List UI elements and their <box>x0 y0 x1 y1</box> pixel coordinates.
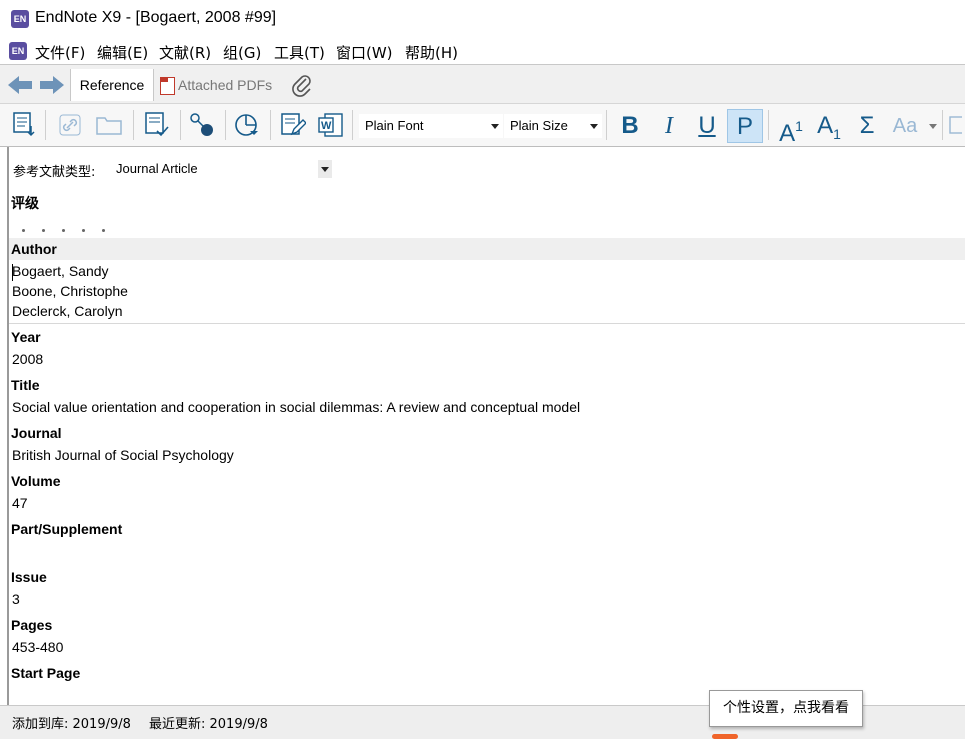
chart-pie-icon[interactable] <box>232 109 262 141</box>
superscript-button[interactable]: A1 <box>773 109 809 147</box>
size-select-value: Plain Size <box>510 118 568 133</box>
author-label: Author <box>11 241 57 257</box>
menu-file[interactable]: 文件(F) <box>35 42 85 63</box>
year-label: Year <box>11 329 41 345</box>
svg-text:W: W <box>321 120 332 132</box>
reference-type-label: 参考文献类型: <box>13 165 96 180</box>
editor-left-border <box>7 147 9 705</box>
author-field-divider <box>9 323 965 324</box>
menu-groups[interactable]: 组(G) <box>223 42 261 63</box>
paperclip-icon[interactable] <box>290 73 314 97</box>
edit-reference-icon[interactable] <box>142 109 172 141</box>
rating-dot-2[interactable] <box>42 229 45 232</box>
title-field[interactable]: Social value orientation and cooperation… <box>12 399 580 415</box>
menu-tools[interactable]: 工具(T) <box>274 42 325 63</box>
issue-label: Issue <box>11 569 47 585</box>
open-folder-icon[interactable] <box>94 109 124 141</box>
reference-type-select[interactable]: Journal Article <box>110 159 332 179</box>
pages-field[interactable]: 453-480 <box>12 639 63 655</box>
tooltip-pointer <box>712 734 738 739</box>
subscript-base: A <box>817 112 834 139</box>
issue-field[interactable]: 3 <box>12 591 20 607</box>
chevron-down-icon <box>491 124 499 129</box>
plain-button[interactable]: P <box>727 109 763 143</box>
start-page-label: Start Page <box>11 665 81 681</box>
volume-label: Volume <box>11 473 61 489</box>
bold-button[interactable]: B <box>612 109 648 143</box>
back-arrow-icon[interactable] <box>8 76 32 94</box>
tab-attached-pdfs-label: Attached PDFs <box>178 77 273 93</box>
journal-label: Journal <box>11 425 62 441</box>
subscript-mark: 1 <box>833 126 841 142</box>
journal-field[interactable]: British Journal of Social Psychology <box>12 447 234 463</box>
word-document-icon[interactable]: W <box>316 109 346 141</box>
superscript-base: A <box>779 120 796 147</box>
added-date: 添加到库: 2019/9/8 <box>12 717 131 732</box>
title-label: Title <box>11 377 40 393</box>
part-supplement-label: Part/Supplement <box>11 521 123 537</box>
italic-button[interactable]: I <box>651 109 687 143</box>
author-entry[interactable]: Boone, Christophe <box>12 283 128 299</box>
more-tools-icon[interactable] <box>946 109 965 141</box>
underline-button[interactable]: U <box>689 109 725 143</box>
updated-date: 最近更新: 2019/9/8 <box>149 717 268 732</box>
window-title: EndNote X9 - [Bogaert, 2008 #99] <box>35 9 277 26</box>
rating-dot-1[interactable] <box>22 229 25 232</box>
rating-dot-4[interactable] <box>82 229 85 232</box>
year-field[interactable]: 2008 <box>12 351 43 367</box>
endnote-logo-icon: EN <box>11 10 29 28</box>
link-icon[interactable] <box>55 109 85 141</box>
rating-label: 评级 <box>11 195 39 211</box>
chevron-down-icon <box>318 160 332 178</box>
menu-references[interactable]: 文献(R) <box>159 42 211 63</box>
endnote-menu-icon[interactable]: EN <box>9 42 27 60</box>
size-select[interactable]: Plain Size <box>504 114 602 138</box>
menu-window[interactable]: 窗口(W) <box>336 42 393 63</box>
edit-note-icon[interactable] <box>278 109 308 141</box>
reference-type-value: Journal Article <box>116 161 198 176</box>
font-select[interactable]: Plain Font <box>359 114 503 138</box>
chevron-down-icon <box>590 124 598 129</box>
volume-field[interactable]: 47 <box>12 495 28 511</box>
font-select-value: Plain Font <box>365 118 424 133</box>
insert-citation-icon[interactable] <box>9 109 39 141</box>
case-dropdown-chevron-icon[interactable] <box>929 124 937 129</box>
pdf-icon <box>160 77 175 95</box>
rating-stars[interactable] <box>22 217 122 236</box>
subscript-button[interactable]: A1 <box>811 109 847 143</box>
symbol-button[interactable]: Σ <box>849 109 885 143</box>
forward-arrow-icon[interactable] <box>40 76 64 94</box>
rating-dot-5[interactable] <box>102 229 105 232</box>
find-connect-icon[interactable] <box>187 109 217 141</box>
tab-bar: Reference Attached PDFs <box>0 64 965 104</box>
rating-dot-3[interactable] <box>62 229 65 232</box>
tab-attached-pdfs[interactable]: Attached PDFs <box>156 69 276 101</box>
author-entry[interactable]: Declerck, Carolyn <box>12 303 122 319</box>
superscript-mark: 1 <box>795 118 803 134</box>
reference-editor: 参考文献类型: Journal Article 评级 Author Bogaer… <box>0 147 965 705</box>
menu-help[interactable]: 帮助(H) <box>405 42 458 63</box>
author-field-highlight <box>9 238 965 260</box>
menu-edit[interactable]: 编辑(E) <box>97 42 148 63</box>
pages-label: Pages <box>11 617 53 633</box>
author-entry[interactable]: Bogaert, Sandy <box>12 263 109 279</box>
menu-bar: EN 文件(F) 编辑(E) 文献(R) 组(G) 工具(T) 窗口(W) 帮助… <box>0 38 965 64</box>
tab-reference[interactable]: Reference <box>70 69 154 101</box>
formatting-toolbar: W Plain Font Plain Size B I U P A1 A1 Σ … <box>0 104 965 147</box>
personalize-tooltip[interactable]: 个性设置，点我看看 <box>709 690 863 727</box>
change-case-button[interactable]: Aa <box>887 109 923 143</box>
title-bar: EN EndNote X9 - [Bogaert, 2008 #99] <box>0 0 965 38</box>
